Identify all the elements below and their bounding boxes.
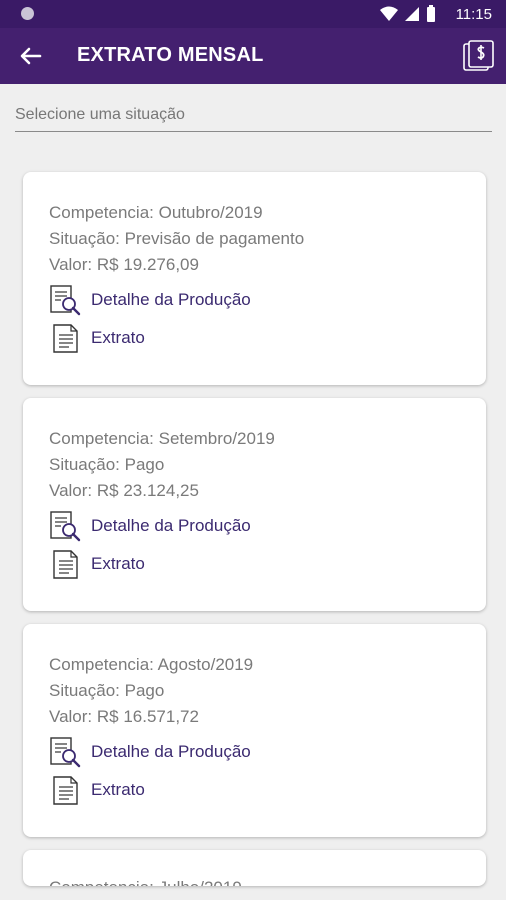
statement-card: Competencia: Setembro/2019 Situação: Pag… <box>23 398 486 611</box>
competencia-text: Competencia: Agosto/2019 <box>49 655 254 674</box>
back-arrow-icon[interactable] <box>14 41 46 73</box>
statement-label: Extrato <box>91 328 145 347</box>
statement-icon <box>53 776 78 805</box>
page-title: EXTRATO MENSAL <box>77 44 264 66</box>
situacao-text: Situação: Previsão de pagamento <box>49 229 305 248</box>
production-detail-link[interactable]: Detalhe da Produção <box>49 736 251 768</box>
valor-text: Valor: R$ 16.571,72 <box>49 707 199 726</box>
situacao-text: Situação: Pago <box>49 455 165 474</box>
statement-label: Extrato <box>91 780 145 799</box>
production-detail-icon <box>50 285 81 316</box>
wifi-icon <box>380 6 398 21</box>
statement-label: Extrato <box>91 554 145 573</box>
production-detail-icon <box>50 511 81 542</box>
clock: 11:15 <box>455 6 492 23</box>
production-detail-icon <box>50 737 81 768</box>
battery-icon <box>427 5 435 22</box>
production-detail-label: Detalhe da Produção <box>91 516 251 535</box>
competencia-text: Competencia: Julho/2019 <box>49 878 242 886</box>
notification-dot-icon <box>21 7 34 20</box>
situacao-text: Situação: Pago <box>49 681 165 700</box>
statement-card: Competencia: Julho/2019 <box>23 850 486 886</box>
competencia-text: Competencia: Setembro/2019 <box>49 429 275 448</box>
competencia-text: Competencia: Outubro/2019 <box>49 203 263 222</box>
production-detail-link[interactable]: Detalhe da Produção <box>49 284 251 316</box>
production-detail-label: Detalhe da Produção <box>91 742 251 761</box>
statement-link[interactable]: Extrato <box>49 548 145 580</box>
signal-icon <box>405 6 419 21</box>
status-bar: 11:15 <box>0 0 506 28</box>
statement-link[interactable]: Extrato <box>49 322 145 354</box>
valor-text: Valor: R$ 19.276,09 <box>49 255 199 274</box>
situation-select[interactable]: Selecione uma situação <box>15 103 492 132</box>
situation-select-placeholder: Selecione uma situação <box>15 106 185 123</box>
money-document-icon[interactable] <box>460 38 496 74</box>
valor-text: Valor: R$ 23.124,25 <box>49 481 199 500</box>
production-detail-label: Detalhe da Produção <box>91 290 251 309</box>
statement-icon <box>53 550 78 579</box>
statement-card: Competencia: Agosto/2019 Situação: Pago … <box>23 624 486 837</box>
statement-icon <box>53 324 78 353</box>
statement-card: Competencia: Outubro/2019 Situação: Prev… <box>23 172 486 385</box>
statement-link[interactable]: Extrato <box>49 774 145 806</box>
status-icons <box>380 5 436 22</box>
app-bar: EXTRATO MENSAL <box>0 28 506 84</box>
production-detail-link[interactable]: Detalhe da Produção <box>49 510 251 542</box>
